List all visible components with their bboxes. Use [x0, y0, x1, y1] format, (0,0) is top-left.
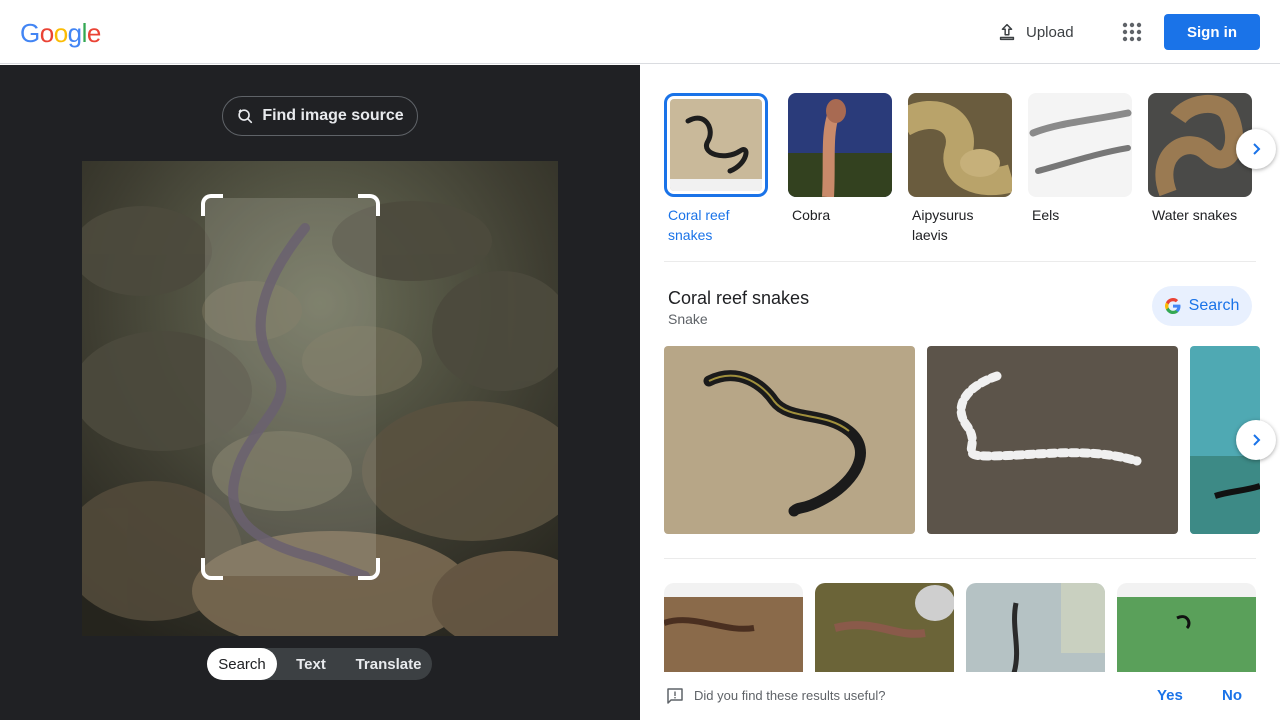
find-image-source-label: Find image source — [262, 107, 404, 124]
related-item-water-snakes[interactable]: Water snakes — [1148, 93, 1252, 225]
crop-handle-top-left[interactable] — [201, 194, 223, 216]
results-next-button[interactable] — [1236, 420, 1276, 460]
related-label: Water snakes — [1152, 207, 1238, 223]
chevron-right-icon — [1253, 143, 1261, 155]
chevron-right-icon — [1253, 434, 1261, 446]
google-apps-button[interactable] — [1118, 18, 1146, 46]
google-logo[interactable]: Google — [20, 18, 101, 49]
related-thumb — [788, 93, 892, 197]
cobra-thumb — [788, 93, 892, 197]
related-thumb — [1028, 93, 1132, 197]
result-image[interactable] — [1117, 583, 1256, 673]
shaky-airtail-thumbnail — [966, 583, 1105, 673]
entity-subtitle: Snake — [668, 311, 708, 327]
related-item-aipysurus-laevis[interactable]: Aipysurus laevis — [908, 93, 1012, 245]
upload-icon — [999, 23, 1015, 41]
crop-selection-box[interactable] — [201, 194, 380, 580]
related-item-coral-reef-snakes[interactable]: Coral reef snakes — [664, 93, 768, 245]
logo-letter: g — [67, 18, 82, 48]
related-next-button[interactable] — [1236, 129, 1276, 169]
results-pane: Coral reef snakes Cobra Aipysurus laevis… — [640, 65, 1280, 720]
section-divider — [664, 261, 1256, 262]
google-g-icon — [1164, 298, 1181, 314]
lens-mode-tabs: Search Text Translate — [207, 648, 432, 680]
entity-search-button[interactable]: Search — [1152, 286, 1252, 326]
crop-handle-top-right[interactable] — [358, 194, 380, 216]
sign-in-button[interactable]: Sign in — [1164, 14, 1260, 50]
section-divider — [664, 558, 1256, 559]
lens-search-icon — [238, 109, 253, 124]
logo-letter: o — [53, 18, 68, 48]
related-label: Eels — [1032, 207, 1060, 223]
entity-title: Coral reef snakes — [668, 288, 810, 308]
feedback-question: Did you find these results useful? — [694, 688, 886, 703]
entity-search-label: Search — [1188, 297, 1240, 314]
result-image[interactable] — [664, 346, 915, 534]
snake-in-green-water — [1117, 583, 1256, 673]
crop-handle-bottom-left[interactable] — [201, 558, 223, 580]
yellow-lipped-snake-on-sand — [664, 346, 915, 534]
logo-letter: e — [86, 18, 101, 48]
crop-handle-bottom-right[interactable] — [358, 558, 380, 580]
related-thumb — [664, 93, 768, 197]
related-searches-strip: Coral reef snakes Cobra Aipysurus laevis… — [664, 90, 1264, 250]
feedback-icon — [667, 688, 683, 704]
tab-translate[interactable]: Translate — [345, 648, 432, 680]
sea-snake-head-thumb — [908, 93, 1012, 197]
top-bar: Google Upload Sign in — [0, 0, 1280, 64]
related-label: Coral reef snakes — [668, 207, 730, 243]
logo-letter: G — [20, 18, 40, 48]
feedback-bar: Did you find these results useful? Yes N… — [640, 672, 1280, 720]
result-image[interactable] — [927, 346, 1178, 534]
logo-letter: o — [39, 18, 54, 48]
upload-button[interactable]: Upload — [990, 16, 1080, 48]
result-image[interactable] — [966, 583, 1105, 673]
apps-grid-icon — [1122, 22, 1142, 42]
banded-sea-krait — [927, 346, 1178, 534]
snake-on-rock — [815, 583, 954, 673]
related-label: Cobra — [792, 207, 831, 223]
related-item-eels[interactable]: Eels — [1028, 93, 1132, 225]
upload-label: Upload — [1026, 23, 1074, 41]
feedback-no-button[interactable]: No — [1222, 687, 1242, 704]
snake-on-sand-thumb — [670, 99, 762, 191]
related-label: Aipysurus laevis — [912, 207, 974, 243]
feedback-yes-button[interactable]: Yes — [1157, 687, 1183, 704]
eel-thumb — [1028, 93, 1132, 197]
query-image-pane: Find image source Search Text Translate — [0, 65, 640, 720]
result-image[interactable] — [664, 583, 803, 673]
related-thumb — [908, 93, 1012, 197]
result-image[interactable] — [815, 583, 954, 673]
find-image-source-button[interactable]: Find image source — [222, 96, 418, 136]
tab-search[interactable]: Search — [207, 648, 277, 680]
snake-on-pebbles — [664, 583, 803, 673]
related-item-cobra[interactable]: Cobra — [788, 93, 892, 225]
tab-text[interactable]: Text — [277, 648, 345, 680]
